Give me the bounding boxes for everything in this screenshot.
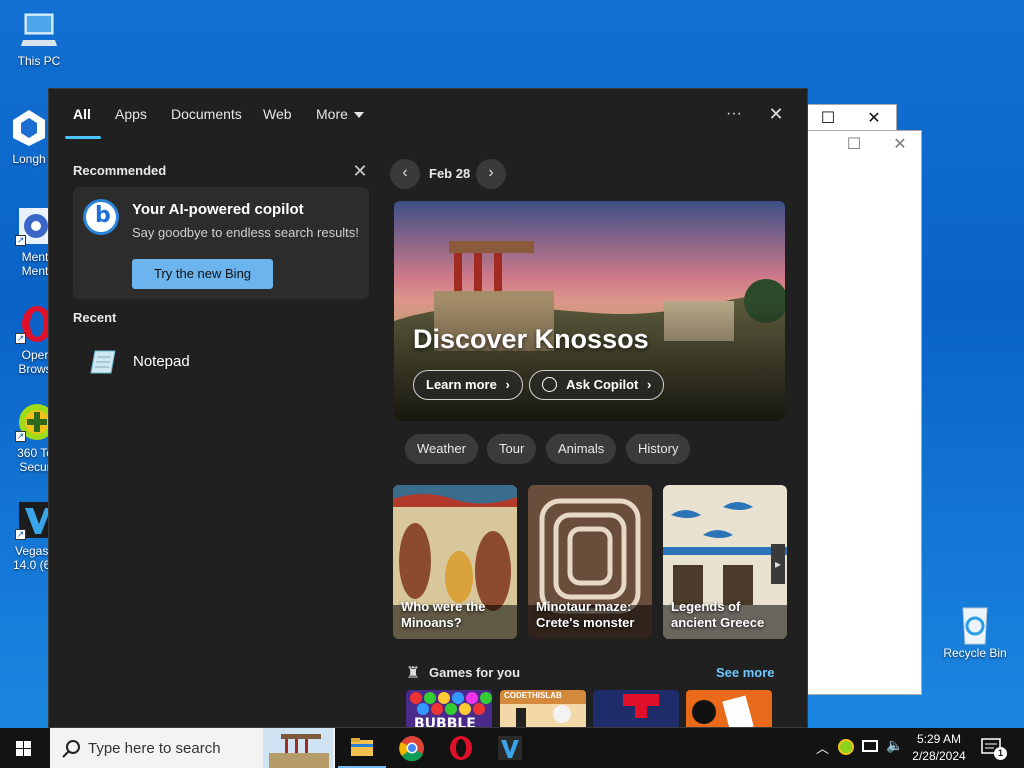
taskbar-search-box[interactable]: Type here to search xyxy=(50,728,335,768)
recent-item-label: Notepad xyxy=(133,353,190,370)
taskbar-vegas[interactable] xyxy=(486,728,534,768)
learn-more-button[interactable]: Learn more › xyxy=(413,370,523,400)
tab-web[interactable]: Web xyxy=(263,106,292,122)
tile-caption: Who were the Minoans? xyxy=(401,599,486,630)
copilot-promo-card: Your AI-powered copilot Say goodbye to e… xyxy=(73,187,369,299)
taskbar-opera[interactable] xyxy=(437,728,485,768)
try-new-bing-button[interactable]: Try the new Bing xyxy=(132,259,273,289)
system-clock[interactable]: 5:29 AM 2/28/2024 xyxy=(904,731,974,765)
desktop-icon-this-pc[interactable]: This PC xyxy=(4,10,74,68)
chrome-icon xyxy=(399,736,424,762)
recent-item-notepad[interactable]: Notepad xyxy=(73,341,369,383)
windows-search-panel: All Apps Documents Web More ··· ✕ Recomm… xyxy=(48,88,808,728)
notification-count-badge: 1 xyxy=(994,747,1007,760)
copilot-card-subtitle: Say goodbye to endless search results! xyxy=(132,225,359,240)
chevron-right-icon: › xyxy=(647,377,652,392)
recommended-heading: Recommended xyxy=(73,163,167,178)
shortcut-arrow-icon: ↗ xyxy=(15,333,26,344)
chip-weather[interactable]: Weather xyxy=(405,434,478,464)
game-solitaire[interactable] xyxy=(686,690,772,727)
close-icon[interactable]: ✕ xyxy=(760,101,792,127)
previous-day-button[interactable]: ‹ xyxy=(390,159,420,189)
close-icon[interactable]: ✕ xyxy=(851,105,897,133)
volume-muted-icon[interactable]: 🔈 xyxy=(886,737,903,754)
game-bubble-shooter[interactable]: BUBBLE xyxy=(406,690,492,728)
tile-caption: Minotaur maze: Crete's monster xyxy=(536,599,635,630)
taskbar-chrome[interactable] xyxy=(388,728,436,768)
recent-heading: Recent xyxy=(73,310,117,325)
game-thumb-title: BUBBLE xyxy=(414,716,476,728)
more-options-icon[interactable]: ··· xyxy=(718,101,750,127)
unity-logo-icon xyxy=(9,108,49,148)
next-day-button[interactable]: › xyxy=(476,159,506,189)
game-blocks[interactable] xyxy=(593,690,679,727)
notepad-icon xyxy=(89,347,117,375)
search-placeholder: Type here to search xyxy=(88,740,221,757)
hero-title: Discover Knossos xyxy=(413,324,649,354)
hero-card-knossos[interactable]: Discover Knossos Learn more › Ask Copilo… xyxy=(394,201,785,421)
chip-tour[interactable]: Tour xyxy=(487,434,537,464)
tab-more-label: More xyxy=(316,106,348,122)
clock-time: 5:29 AM xyxy=(916,732,962,746)
tile-caption: Legends of ancient Greece xyxy=(671,599,765,630)
dismiss-recommended-icon[interactable]: ✕ xyxy=(351,162,369,180)
maximize-icon[interactable]: ☐ xyxy=(805,105,851,133)
bing-logo-icon xyxy=(83,199,119,235)
ask-copilot-label: Ask Copilot xyxy=(566,377,639,392)
maximize-icon[interactable]: ☐ xyxy=(831,131,877,159)
clock-date: 2/28/2024 xyxy=(912,749,966,763)
active-tab-indicator xyxy=(65,136,101,139)
highlights-date: Feb 28 xyxy=(429,166,471,181)
shortcut-arrow-icon: ↗ xyxy=(15,529,26,540)
search-tabs: All Apps Documents Web More ··· ✕ xyxy=(49,89,807,141)
tile-minoans[interactable]: Who were the Minoans? xyxy=(393,485,517,639)
action-center-button[interactable]: 1 xyxy=(980,736,1007,760)
tab-documents[interactable]: Documents xyxy=(171,106,242,122)
close-icon[interactable]: ✕ xyxy=(877,131,923,159)
tab-all[interactable]: All xyxy=(73,106,91,122)
vegas-pro-icon xyxy=(498,736,522,760)
chip-animals[interactable]: Animals xyxy=(546,434,617,464)
opera-icon xyxy=(450,736,472,760)
tile-legends-greece[interactable]: Legends of ancient Greece xyxy=(663,485,787,639)
chevron-down-icon xyxy=(353,112,364,119)
copilot-card-title: Your AI-powered copilot xyxy=(132,201,304,218)
shortcut-arrow-icon: ↗ xyxy=(15,431,26,442)
search-icon xyxy=(62,740,80,758)
network-icon[interactable] xyxy=(862,740,878,752)
see-more-link[interactable]: See more xyxy=(716,665,775,680)
computer-icon xyxy=(19,10,59,50)
folder-icon xyxy=(351,738,373,756)
tab-apps[interactable]: Apps xyxy=(115,106,147,122)
taskbar-file-explorer[interactable] xyxy=(338,728,386,768)
games-heading: Games for you xyxy=(429,665,521,680)
carousel-next-icon[interactable]: ▸ xyxy=(771,544,785,584)
security-tray-icon[interactable] xyxy=(838,739,854,755)
search-highlight-image xyxy=(263,728,333,768)
taskbar: Type here to search ︿ 🔈 5:29 AM 2/28/202… xyxy=(0,728,1024,768)
learn-more-label: Learn more xyxy=(426,377,497,392)
game-thumb-brand: CODETHISLAB xyxy=(504,691,562,700)
chip-history[interactable]: History xyxy=(626,434,691,464)
ask-copilot-button[interactable]: Ask Copilot › xyxy=(529,370,665,400)
tab-more[interactable]: More xyxy=(316,106,364,122)
tile-minotaur-maze[interactable]: Minotaur maze: Crete's monster xyxy=(528,485,652,639)
games-chess-icon: ♜ xyxy=(406,665,421,682)
chat-bubble-icon xyxy=(542,377,557,392)
blocks-game-thumbnail xyxy=(593,690,679,727)
show-hidden-icons-icon[interactable]: ︿ xyxy=(816,738,829,757)
shortcut-arrow-icon: ↗ xyxy=(15,235,26,246)
desktop-icon-recycle-bin[interactable]: Recycle Bin xyxy=(940,602,1010,660)
windows-logo-icon xyxy=(16,741,31,756)
recycle-bin-icon xyxy=(955,602,995,645)
start-button[interactable] xyxy=(0,728,48,768)
game-chess[interactable]: CODETHISLAB xyxy=(500,690,586,727)
solitaire-game-thumbnail xyxy=(686,690,772,727)
chevron-right-icon: › xyxy=(505,377,510,392)
